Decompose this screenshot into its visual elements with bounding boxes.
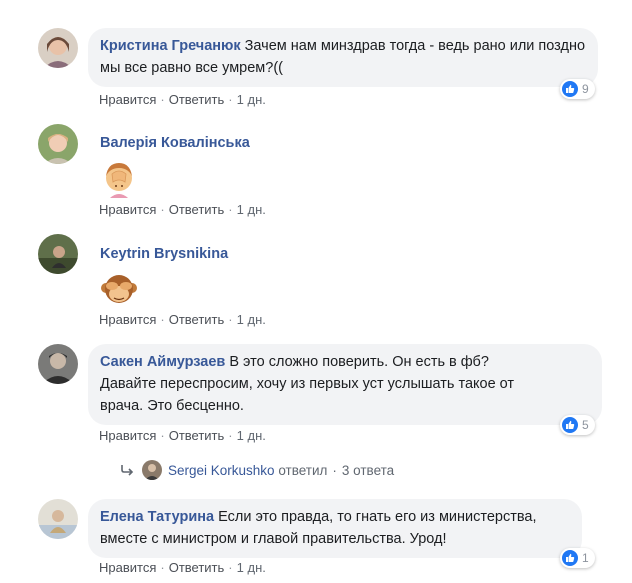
reply-link[interactable]: Ответить <box>169 202 225 217</box>
comment-actions: Нравится · Ответить · 1 дн. <box>99 312 266 327</box>
reaction-number: 1 <box>582 551 589 565</box>
separator: · <box>228 202 233 217</box>
reply-avatar <box>142 460 162 480</box>
separator: · <box>160 560 165 575</box>
see-no-evil-monkey-emoji <box>100 270 138 308</box>
comment-bubble: Сакен Аймурзаев В это сложно поверить. Он… <box>88 344 602 425</box>
separator: · <box>228 92 233 107</box>
reaction-number: 9 <box>582 82 589 96</box>
reply-link[interactable]: Ответить <box>169 428 225 443</box>
like-link[interactable]: Нравится <box>99 92 156 107</box>
comment-text-line-1: В это сложно поверить. Он есть в фб? <box>229 354 489 370</box>
timestamp[interactable]: 1 дн. <box>237 202 266 217</box>
separator: · <box>160 312 165 327</box>
separator: · <box>160 92 165 107</box>
reaction-count[interactable]: 9 <box>560 79 595 99</box>
comment-text-line-2: Давайте переспросим, хочу из первых уст … <box>100 376 515 392</box>
view-replies-link[interactable]: Sergei Korkushko ответил · 3 ответа <box>120 460 394 480</box>
reply-link[interactable]: Ответить <box>169 92 225 107</box>
like-icon <box>562 81 578 97</box>
comment-author[interactable]: Сакен Аймурзаев <box>100 354 225 370</box>
like-icon <box>562 550 578 566</box>
reply-count[interactable]: 3 ответа <box>342 463 394 478</box>
separator: · <box>160 428 165 443</box>
comment-author[interactable]: Кристина Гречанюк <box>100 38 241 54</box>
reply-link[interactable]: Ответить <box>169 312 225 327</box>
comment-author[interactable]: Валерія Ковалінська <box>100 135 250 151</box>
comment-bubble: Кристина Гречанюк Зачем нам минздрав тогд… <box>88 28 598 87</box>
avatar[interactable] <box>38 234 78 274</box>
separator: · <box>160 202 165 217</box>
timestamp[interactable]: 1 дн. <box>237 312 266 327</box>
comment-bubble: Елена Татурина Если это правда, то гнать … <box>88 499 582 558</box>
reply-action: ответил <box>278 462 328 478</box>
facepalm-emoji <box>100 160 138 198</box>
comment-text-line-3: врача. Это бесценно. <box>100 398 244 414</box>
reaction-count[interactable]: 1 <box>560 548 595 568</box>
reply-arrow-icon <box>121 465 134 476</box>
avatar[interactable] <box>38 344 78 384</box>
comment-actions: Нравится · Ответить · 1 дн. <box>99 92 266 107</box>
reply-author[interactable]: Sergei Korkushko <box>168 463 275 478</box>
comment-author[interactable]: Елена Татурина <box>100 509 214 525</box>
comment-author[interactable]: Keytrin Brysnikina <box>100 246 228 262</box>
separator: · <box>228 560 233 575</box>
comment-text-line-1: Если это правда, то гнать его из министе… <box>218 509 537 525</box>
like-icon <box>562 417 578 433</box>
comment-actions: Нравится · Ответить · 1 дн. <box>99 202 266 217</box>
separator: · <box>228 312 233 327</box>
avatar[interactable] <box>38 28 78 68</box>
avatar[interactable] <box>38 499 78 539</box>
timestamp[interactable]: 1 дн. <box>237 428 266 443</box>
like-link[interactable]: Нравится <box>99 312 156 327</box>
comment-text-line-2: вместе с министром и главой правительств… <box>100 531 447 547</box>
separator: · <box>228 428 233 443</box>
reaction-count[interactable]: 5 <box>560 415 595 435</box>
separator: · <box>332 462 337 478</box>
avatar[interactable] <box>38 124 78 164</box>
comment-actions: Нравится · Ответить · 1 дн. <box>99 560 266 575</box>
like-link[interactable]: Нравится <box>99 560 156 575</box>
reply-link[interactable]: Ответить <box>169 560 225 575</box>
like-link[interactable]: Нравится <box>99 428 156 443</box>
like-link[interactable]: Нравится <box>99 202 156 217</box>
reaction-number: 5 <box>582 418 589 432</box>
timestamp[interactable]: 1 дн. <box>237 92 266 107</box>
comment-actions: Нравится · Ответить · 1 дн. <box>99 428 266 443</box>
timestamp[interactable]: 1 дн. <box>237 560 266 575</box>
